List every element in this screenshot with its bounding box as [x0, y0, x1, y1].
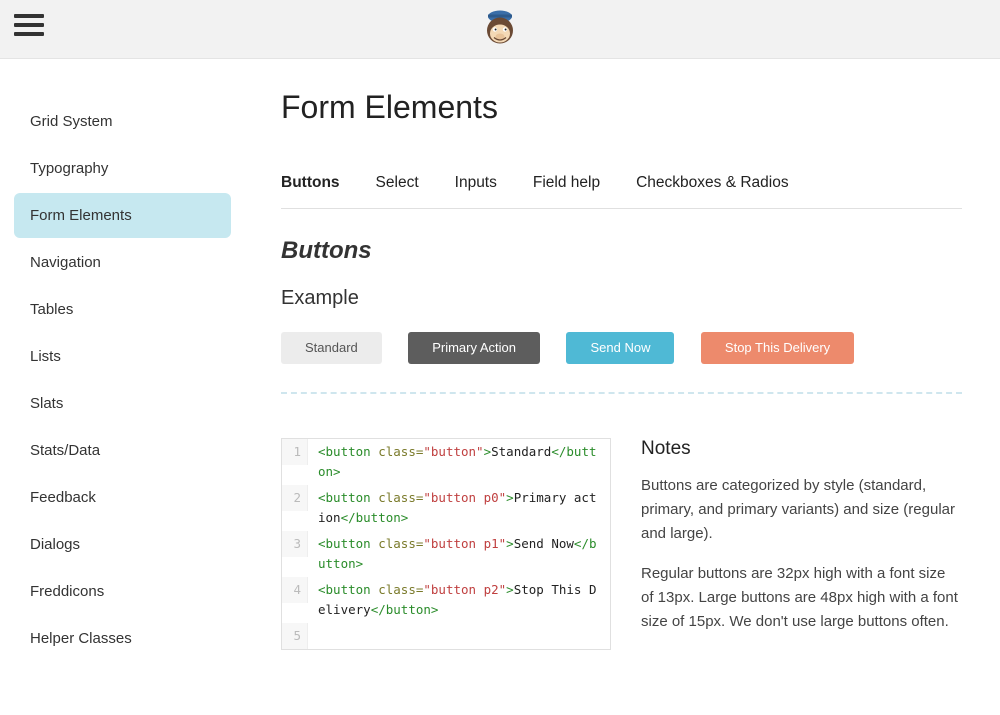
code-line-number: 2 — [282, 485, 308, 511]
stop-delivery-button[interactable]: Stop This Delivery — [701, 332, 854, 364]
sidebar-item-grid-system[interactable]: Grid System — [14, 99, 231, 144]
example-buttons-row: Standard Primary Action Send Now Stop Th… — [281, 332, 962, 392]
sidebar-item-tables[interactable]: Tables — [14, 287, 231, 332]
sidebar-item-form-elements[interactable]: Form Elements — [14, 193, 231, 238]
notes-panel: Notes Buttons are categorized by style (… — [641, 438, 962, 650]
code-example: 1<button class="button">Standard</button… — [281, 438, 611, 650]
code-line-number: 4 — [282, 577, 308, 603]
tab-field-help[interactable]: Field help — [533, 174, 600, 192]
standard-button[interactable]: Standard — [281, 332, 382, 364]
sidebar-item-feedback[interactable]: Feedback — [14, 475, 231, 520]
sidebar-item-slats[interactable]: Slats — [14, 381, 231, 426]
sidebar-item-typography[interactable]: Typography — [14, 146, 231, 191]
code-line-number: 5 — [282, 623, 308, 649]
tab-checkboxes-radios[interactable]: Checkboxes & Radios — [636, 174, 789, 192]
section-heading: Buttons — [281, 237, 962, 265]
code-line: <button class="button p1">Send Now</butt… — [308, 531, 610, 577]
send-now-button[interactable]: Send Now — [566, 332, 674, 364]
code-line-number: 3 — [282, 531, 308, 557]
sidebar-item-freddicons[interactable]: Freddicons — [14, 569, 231, 614]
section-tabs: Buttons Select Inputs Field help Checkboxes … — [281, 174, 962, 209]
tab-select[interactable]: Select — [376, 174, 419, 192]
notes-heading: Notes — [641, 438, 962, 460]
sidebar-item-lists[interactable]: Lists — [14, 334, 231, 379]
tab-inputs[interactable]: Inputs — [455, 174, 497, 192]
page-title: Form Elements — [281, 89, 962, 126]
example-label: Example — [281, 287, 962, 310]
code-line — [308, 623, 610, 629]
notes-paragraph: Regular buttons are 32px high with a fon… — [641, 562, 962, 634]
sidebar-item-dialogs[interactable]: Dialogs — [14, 522, 231, 567]
code-line-number: 1 — [282, 439, 308, 465]
freddie-logo — [480, 7, 520, 52]
sidebar-item-helper-classes[interactable]: Helper Classes — [14, 616, 231, 661]
sidebar-nav: Grid SystemTypographyForm ElementsNaviga… — [0, 59, 245, 663]
sidebar-item-stats-data[interactable]: Stats/Data — [14, 428, 231, 473]
primary-action-button[interactable]: Primary Action — [408, 332, 540, 364]
sidebar-item-navigation[interactable]: Navigation — [14, 240, 231, 285]
code-line: <button class="button p2">Stop This Deli… — [308, 577, 610, 623]
menu-icon[interactable] — [14, 14, 44, 38]
code-line: <button class="button">Standard</button> — [308, 439, 610, 485]
tab-buttons[interactable]: Buttons — [281, 174, 340, 192]
notes-paragraph: Buttons are categorized by style (standa… — [641, 474, 962, 546]
top-bar — [0, 0, 1000, 59]
code-line: <button class="button p0">Primary action… — [308, 485, 610, 531]
main-content: Form Elements Buttons Select Inputs Field h… — [245, 59, 1000, 663]
dashed-divider — [281, 392, 962, 394]
